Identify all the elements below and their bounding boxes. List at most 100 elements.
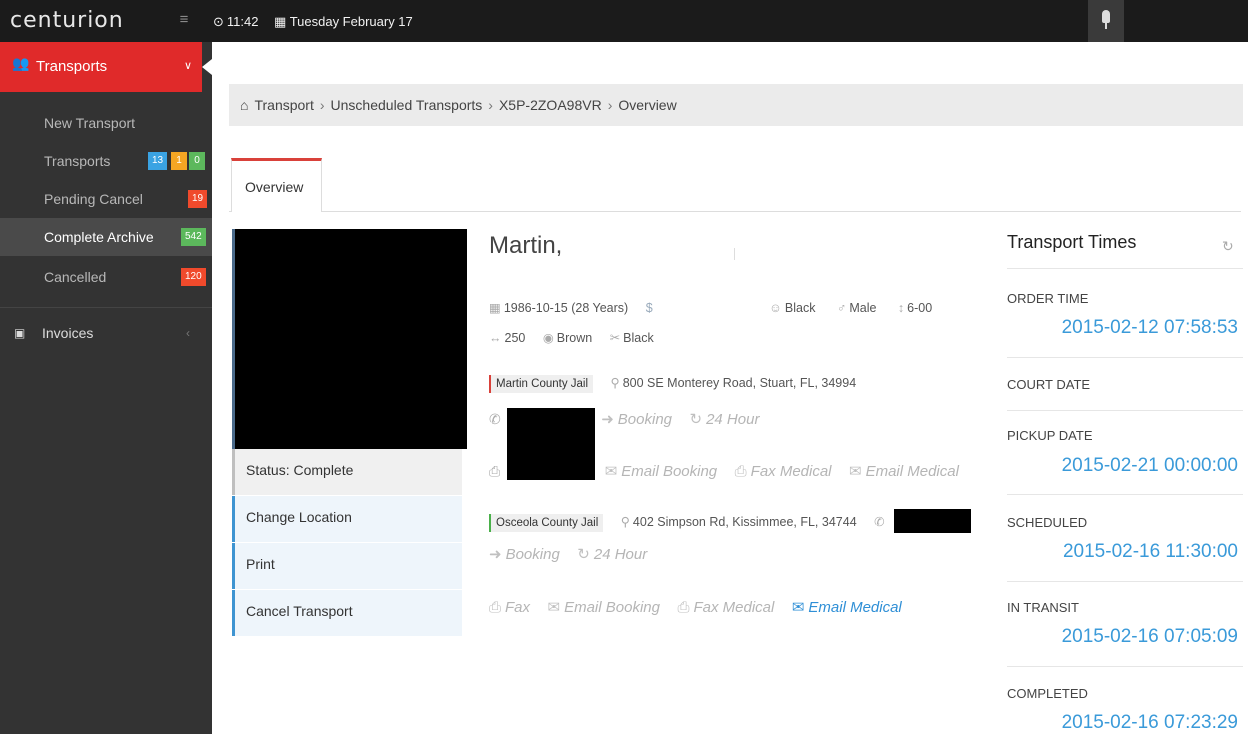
sidebar-item-label: Complete Archive bbox=[44, 229, 154, 245]
chevron-down-icon: ∨ bbox=[183, 60, 192, 72]
cancel-transport-button[interactable]: Cancel Transport bbox=[232, 590, 462, 636]
person-name: Martin, bbox=[489, 232, 563, 259]
breadcrumb-separator: › bbox=[319, 97, 325, 113]
count-badge: 1 bbox=[171, 152, 187, 170]
smile-icon: ☺ bbox=[769, 301, 782, 315]
user-menu-button[interactable] bbox=[1088, 0, 1124, 42]
current-date-text: Tuesday February 17 bbox=[289, 14, 413, 29]
in-transit-value: 2015-02-16 07:05:09 bbox=[1061, 626, 1238, 647]
user-silhouette-icon bbox=[1102, 10, 1110, 30]
origin-row: Martin County Jail ⚲ 800 SE Monterey Road… bbox=[489, 375, 856, 393]
origin-hours: ↻ 24 Hour bbox=[690, 411, 760, 428]
chevron-left-icon: ‹ bbox=[186, 326, 190, 340]
refresh-icon: ↻ bbox=[689, 411, 703, 428]
origin-facility-label[interactable]: Martin County Jail bbox=[489, 375, 594, 393]
print-icon: ⎙ bbox=[489, 599, 502, 616]
origin-actions-row: ⎙ ✉ Email Booking ⎙ Fax Medical ✉ Email Med… bbox=[489, 462, 959, 480]
inmate-photo bbox=[232, 229, 467, 449]
hamburger-menu-icon[interactable]: ≡ bbox=[176, 12, 192, 28]
sidebar-item-label: New Transport bbox=[44, 115, 136, 131]
refresh-icon: ↻ bbox=[577, 546, 590, 563]
action-list: Status: Complete Change Location Print C… bbox=[232, 449, 462, 637]
divider bbox=[1007, 666, 1243, 667]
sidebar-item-label: Transports bbox=[44, 153, 111, 169]
destination-email-medical-link[interactable]: ✉ Email Medical bbox=[792, 599, 902, 616]
sign-in-icon: ➜ bbox=[601, 411, 614, 428]
current-time: 11:42 bbox=[226, 14, 259, 29]
origin-email-booking-link[interactable]: ✉ Email Booking bbox=[605, 463, 717, 480]
destination-booking-label: Booking bbox=[505, 546, 560, 563]
sidebar-item-cancelled[interactable]: Cancelled 120 bbox=[0, 258, 212, 296]
destination-booking-link[interactable]: ➜ Booking bbox=[489, 546, 560, 563]
active-notch bbox=[202, 59, 212, 75]
weight-icon: ↔ bbox=[489, 331, 502, 345]
dollar-icon: $ bbox=[645, 301, 653, 315]
completed-label: COMPLETED bbox=[1007, 686, 1088, 701]
sex: Male bbox=[849, 301, 877, 315]
sidebar-section-transports[interactable]: 👥 Transports ∨ bbox=[0, 42, 212, 92]
map-marker-icon: ⚲ bbox=[620, 515, 630, 529]
destination-fax-link[interactable]: ⎙ Fax bbox=[489, 599, 530, 616]
divider bbox=[1007, 410, 1243, 411]
status-complete: Status: Complete bbox=[232, 449, 462, 495]
breadcrumb-current: Overview bbox=[618, 97, 677, 113]
count-badge: 0 bbox=[189, 152, 205, 170]
sign-in-icon: ➜ bbox=[489, 546, 502, 563]
origin-booking-link[interactable]: ➜ Booking bbox=[601, 411, 672, 428]
count-badge: 13 bbox=[148, 152, 168, 170]
sidebar-item-new-transport[interactable]: New Transport bbox=[0, 104, 212, 142]
scheduled-value: 2015-02-16 11:30:00 bbox=[1062, 541, 1238, 562]
home-icon: ⌂ bbox=[240, 97, 249, 113]
sidebar-item-complete-archive[interactable]: Complete Archive 542 bbox=[0, 218, 212, 256]
money-icon: ▣ bbox=[14, 326, 26, 340]
breadcrumb-link[interactable]: X5P-2ZOA98VR bbox=[499, 97, 602, 113]
destination-actions-row: ⎙ Fax ✉ Email Booking ⎙ Fax Medical ✉ Email … bbox=[489, 598, 902, 616]
clock: ⊙ 11:42 bbox=[213, 14, 258, 30]
origin-address: 800 SE Monterey Road, Stuart, FL, 34994 bbox=[622, 376, 857, 390]
sidebar-section-label: Transports bbox=[36, 58, 108, 75]
divider bbox=[1007, 581, 1243, 582]
print-button[interactable]: Print bbox=[232, 543, 462, 589]
person-details-row-1: ▦ 1986-10-15 (28 Years) $ ☺ Black ♂ Male ↕ 6… bbox=[489, 300, 932, 315]
name-separator bbox=[734, 248, 735, 260]
tab-underline bbox=[229, 211, 1241, 212]
sidebar-item-transports[interactable]: Transports 13 1 0 bbox=[0, 142, 212, 180]
pickup-date-value: 2015-02-21 00:00:00 bbox=[1061, 455, 1238, 476]
destination-fax-medical-link[interactable]: ⎙ Fax Medical bbox=[677, 599, 774, 616]
sidebar-item-pending-cancel[interactable]: Pending Cancel 19 bbox=[0, 180, 212, 218]
breadcrumb: ⌂ Transport › Unscheduled Transports › X5P-2Z… bbox=[229, 84, 1243, 126]
male-icon: ♂ bbox=[836, 301, 847, 315]
breadcrumb-link[interactable]: Transport bbox=[254, 97, 313, 113]
weight: 250 bbox=[504, 331, 526, 345]
photo-edge bbox=[232, 229, 235, 449]
hair-color: Black bbox=[623, 331, 654, 345]
destination-facility-label[interactable]: Osceola County Jail bbox=[489, 514, 604, 532]
refresh-icon[interactable]: ↻ bbox=[1222, 238, 1234, 255]
tab-overview[interactable]: Overview bbox=[231, 158, 322, 212]
scissors-icon: ✂ bbox=[609, 331, 621, 345]
destination-email-booking-link[interactable]: ✉ Email Booking bbox=[548, 599, 660, 616]
divider bbox=[1007, 268, 1243, 269]
calendar-icon: ▦ bbox=[489, 301, 501, 315]
origin-email-medical-label: Email Medical bbox=[865, 463, 959, 480]
app-logo[interactable]: centurion bbox=[10, 8, 124, 33]
envelope-icon: ✉ bbox=[791, 599, 805, 616]
sidebar-section-invoices[interactable]: ▣ Invoices ‹ bbox=[0, 314, 212, 352]
origin-email-medical-link[interactable]: ✉ Email Medical bbox=[849, 463, 959, 480]
pickup-date-label: PICKUP DATE bbox=[1007, 428, 1093, 443]
height: 6-00 bbox=[907, 301, 933, 315]
height-icon: ↕ bbox=[897, 301, 905, 315]
change-location-button[interactable]: Change Location bbox=[232, 496, 462, 542]
destination-fax-medical-label: Fax Medical bbox=[693, 599, 775, 616]
origin-hours-label: 24 Hour bbox=[706, 411, 760, 428]
phone-icon: ✆ bbox=[874, 515, 885, 529]
origin-fax-medical-link[interactable]: ⎙ Fax Medical bbox=[735, 463, 832, 480]
count-badge: 120 bbox=[181, 268, 206, 286]
divider bbox=[1007, 357, 1243, 358]
current-date: ▦ Tuesday February 17 bbox=[274, 14, 413, 30]
race: Black bbox=[784, 301, 816, 315]
breadcrumb-separator: › bbox=[488, 97, 493, 113]
breadcrumb-link[interactable]: Unscheduled Transports bbox=[331, 97, 483, 113]
destination-hours-label: 24 Hour bbox=[593, 546, 648, 563]
scheduled-label: SCHEDULED bbox=[1007, 515, 1088, 530]
